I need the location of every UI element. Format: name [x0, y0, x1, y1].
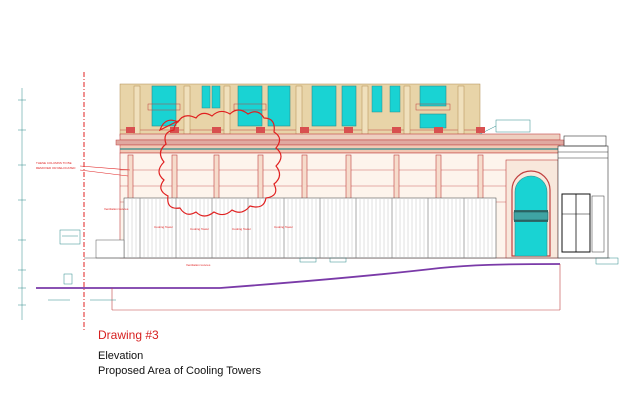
- caption-elevation: Elevation: [98, 350, 144, 362]
- ventilation-label-left: Ventilation louvres: [104, 207, 129, 211]
- elevation-drawing: THESE COLUMNS TO BE REMOVED OR RELOCATED…: [18, 72, 619, 330]
- caption-subtitle: Proposed Area of Cooling Towers: [98, 365, 262, 377]
- ground-line: [36, 257, 610, 311]
- left-site-details: [48, 229, 81, 301]
- cooling-tower-label-1: Cooling Tower: [154, 225, 173, 229]
- drawing-number: Drawing #3: [98, 328, 159, 342]
- columns-note-line2: REMOVED OR RELOCATED: [36, 166, 76, 170]
- ventilation-label-bottom: Ventilation louvres: [186, 263, 211, 267]
- cooling-tower-label-3: Cooling Tower: [232, 227, 251, 231]
- cooling-tower-label-2: Cooling Tower: [190, 227, 209, 231]
- cooling-tower-screen: [95, 197, 497, 263]
- left-dimension-string: [18, 88, 26, 320]
- columns-note-line1: THESE COLUMNS TO BE: [36, 161, 72, 165]
- cooling-tower-label-4: Cooling Tower: [274, 225, 293, 229]
